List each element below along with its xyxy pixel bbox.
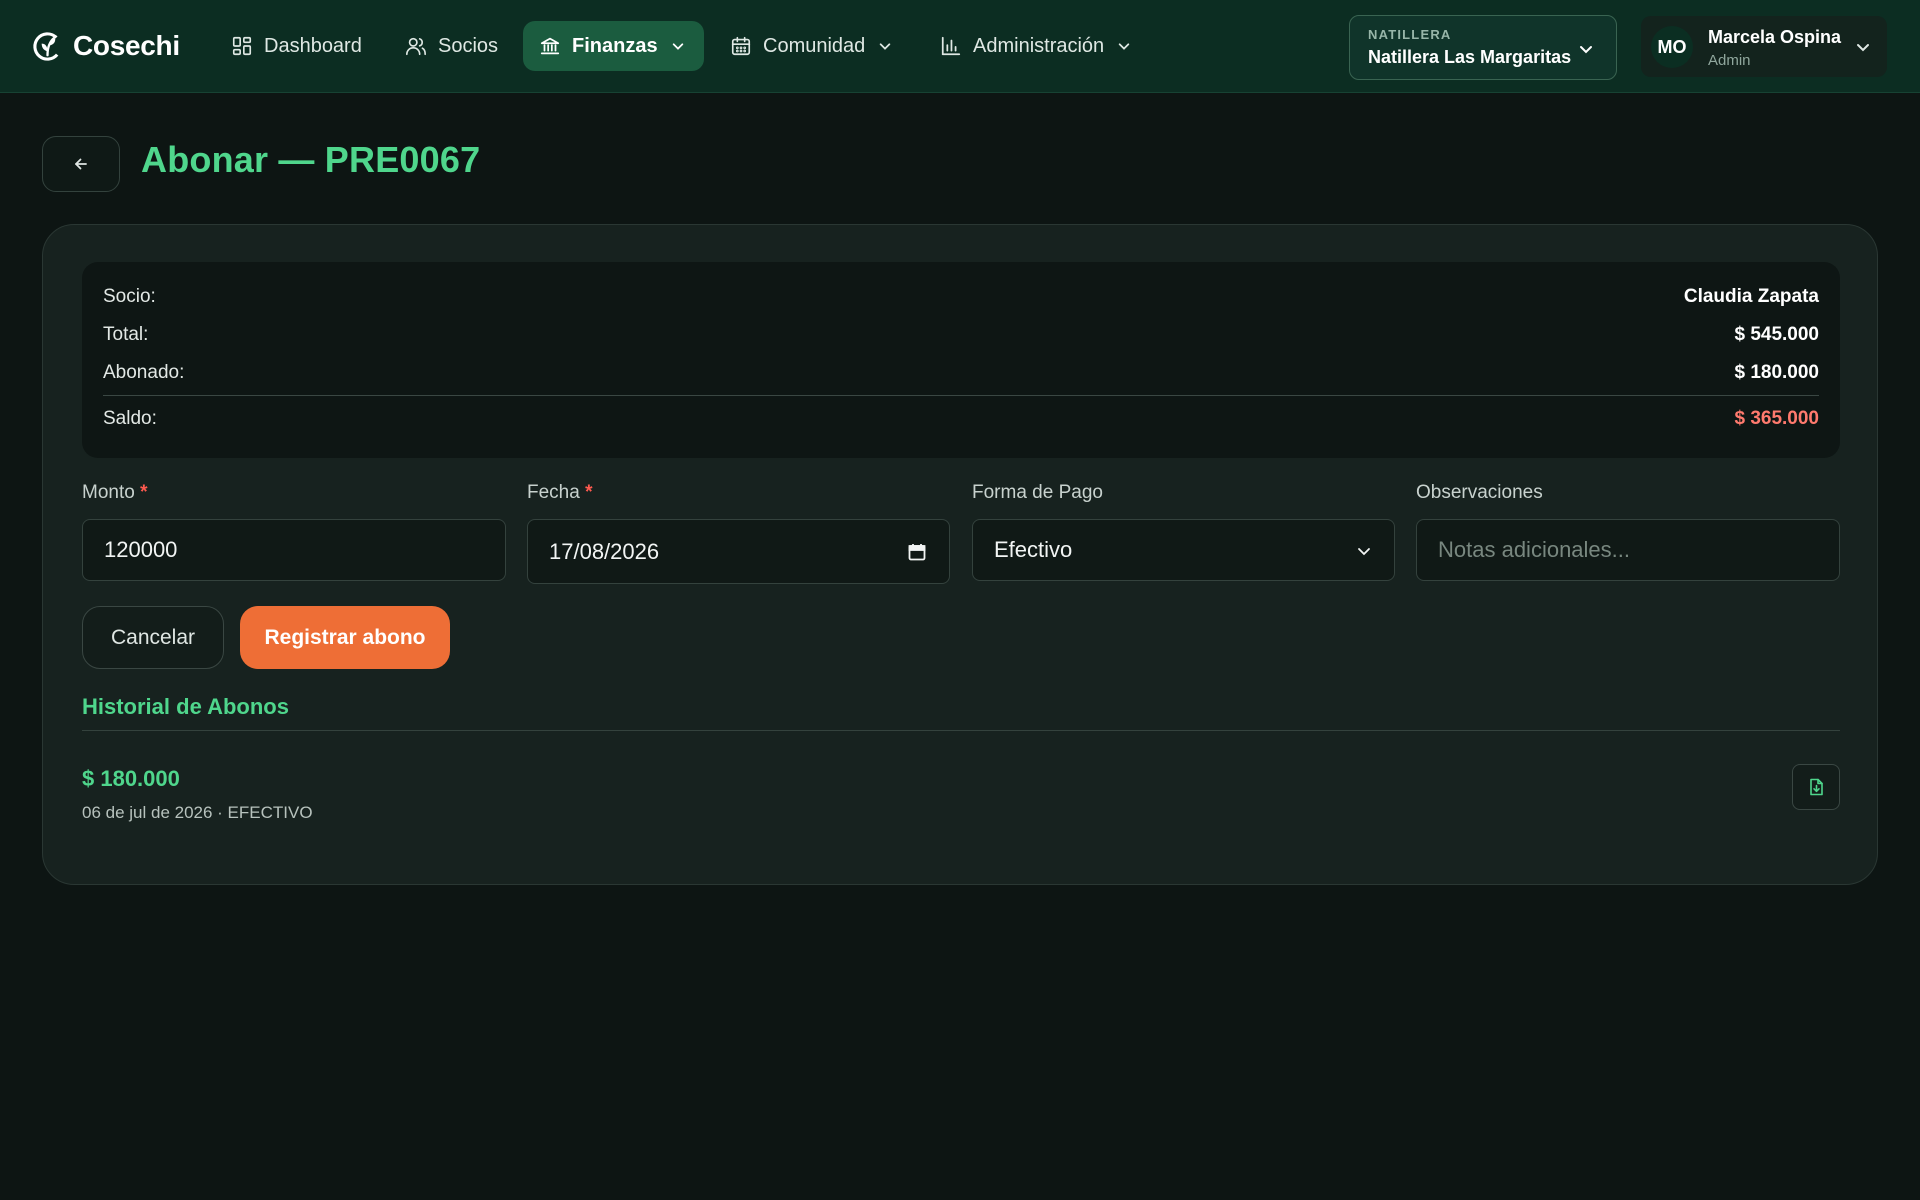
natillera-name: Natillera Las Margaritas <box>1368 47 1572 67</box>
nav-administracion[interactable]: Administración <box>924 21 1147 71</box>
calendar-icon[interactable] <box>907 542 927 562</box>
observaciones-input[interactable]: Notas adicionales... <box>1416 519 1840 581</box>
dashboard-icon <box>232 36 252 56</box>
user-role: Admin <box>1708 52 1751 69</box>
chevron-down-icon <box>1857 44 1869 52</box>
bank-icon <box>540 37 560 55</box>
monto-input[interactable]: 120000 <box>82 519 506 581</box>
nav-finanzas[interactable]: Finanzas <box>523 21 704 71</box>
natillera-label: NATILLERA <box>1368 27 1452 42</box>
saldo-label: Saldo: <box>103 408 157 429</box>
loan-summary: Socio: Claudia Zapata Total: $ 545.000 A… <box>82 262 1840 458</box>
fecha-label-text: Fecha <box>527 482 580 503</box>
total-value: $ 545.000 <box>1734 324 1819 345</box>
arrow-left-icon <box>75 158 87 170</box>
fecha-label: Fecha * <box>527 482 593 504</box>
history-item-meta: 06 de jul de 2026 · EFECTIVO <box>82 803 313 822</box>
users-icon <box>406 37 426 56</box>
history-item-amount: $ 180.000 <box>82 766 180 791</box>
page-title: Abonar — PRE0067 <box>141 139 481 180</box>
brand-logo[interactable]: Cosechi <box>31 28 180 64</box>
forma-pago-value: Efectivo <box>994 537 1073 562</box>
monto-value: 120000 <box>104 537 178 562</box>
abonado-value: $ 180.000 <box>1734 362 1819 383</box>
brand-name: Cosechi <box>73 30 180 61</box>
abonado-label: Abonado: <box>103 362 185 383</box>
required-mark: * <box>585 482 593 503</box>
total-label: Total: <box>103 324 149 345</box>
back-button[interactable] <box>42 136 120 192</box>
summary-divider <box>103 395 1819 396</box>
download-receipt-button[interactable] <box>1792 764 1840 810</box>
chevron-down-icon <box>1580 46 1592 54</box>
fecha-input[interactable]: 17/08/2026 <box>527 519 950 584</box>
monto-label-text: Monto <box>82 482 135 503</box>
nav-label: Administración <box>973 34 1105 57</box>
user-name: Marcela Ospina <box>1708 27 1842 47</box>
leaf-logo-icon <box>33 31 62 61</box>
summary-row-total: Total: $ 545.000 <box>103 324 1819 350</box>
abono-card: Socio: Claudia Zapata Total: $ 545.000 A… <box>42 224 1878 885</box>
history-title: Historial de Abonos <box>82 694 289 719</box>
history-divider <box>82 730 1840 731</box>
forma-pago-select[interactable]: Efectivo <box>972 519 1395 581</box>
nav-comunidad[interactable]: Comunidad <box>714 21 908 71</box>
summary-row-socio: Socio: Claudia Zapata <box>103 286 1819 312</box>
chevron-down-icon <box>880 43 891 50</box>
saldo-value: $ 365.000 <box>1734 408 1819 429</box>
nav-label: Comunidad <box>763 34 866 57</box>
nav-label: Dashboard <box>264 34 362 57</box>
calendar-icon <box>731 36 751 56</box>
summary-row-abonado: Abonado: $ 180.000 <box>103 362 1819 388</box>
required-mark: * <box>140 482 148 503</box>
natillera-selector[interactable]: NATILLERA Natillera Las Margaritas <box>1349 15 1617 80</box>
summary-row-saldo: Saldo: $ 365.000 <box>103 408 1819 434</box>
bar-chart-icon <box>941 36 961 56</box>
forma-pago-label: Forma de Pago <box>972 482 1103 503</box>
user-menu[interactable]: MO Marcela Ospina Admin <box>1641 16 1887 77</box>
socio-label: Socio: <box>103 286 156 307</box>
observaciones-placeholder: Notas adicionales... <box>1438 537 1630 562</box>
nav-socios[interactable]: Socios <box>389 21 514 71</box>
nav-label: Socios <box>438 34 499 57</box>
fecha-value: 17/08/2026 <box>549 538 660 564</box>
observaciones-label: Observaciones <box>1416 482 1543 503</box>
chevron-down-icon <box>1118 43 1130 50</box>
nav-dashboard[interactable]: Dashboard <box>215 21 378 71</box>
register-payment-button[interactable]: Registrar abono <box>240 606 450 669</box>
nav-label: Finanzas <box>572 34 658 57</box>
file-download-icon <box>1810 778 1823 796</box>
chevron-down-icon <box>1358 548 1370 556</box>
avatar: MO <box>1651 26 1693 68</box>
cancel-button[interactable]: Cancelar <box>82 606 224 669</box>
monto-label: Monto * <box>82 482 148 504</box>
chevron-down-icon <box>672 43 683 50</box>
socio-value: Claudia Zapata <box>1683 286 1819 307</box>
top-navbar: Cosechi Dashboard Socios Finanzas Comuni… <box>0 0 1920 93</box>
